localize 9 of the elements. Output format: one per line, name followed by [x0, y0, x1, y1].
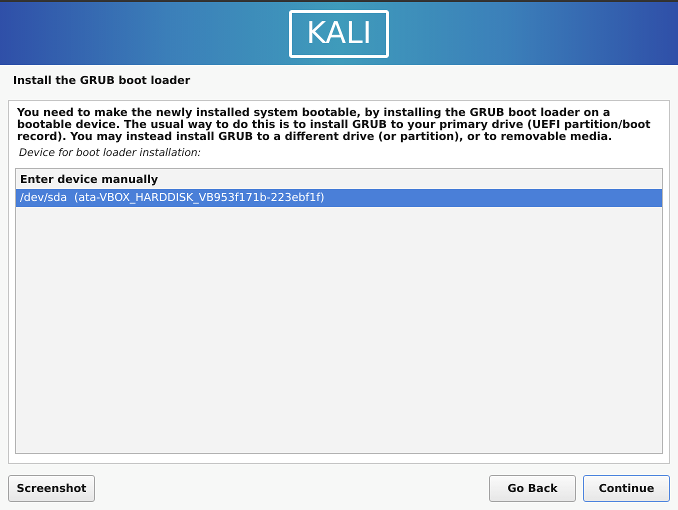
- list-item[interactable]: /dev/sda (ata-VBOX_HARDDISK_VB953f171b-223ebf1f): [16, 189, 662, 207]
- description-text: You need to make the newly installed system bootable, by installing the GRUB boot loader on a bootable device. The usual way to do this is to install GRUB to your primary drive (UEFI partition/boot record). You may instead install GRUB to a different drive (or partition), or to removable media.: [16, 107, 652, 143]
- back-button[interactable]: Go Back: [489, 475, 576, 502]
- logo: KALI: [289, 10, 389, 58]
- continue-button[interactable]: Continue: [583, 475, 670, 502]
- page-title: Install the GRUB boot loader: [12, 73, 192, 89]
- prompt-label: Device for boot loader installation:: [18, 146, 202, 161]
- list-item[interactable]: Enter device manually: [16, 171, 662, 189]
- screenshot-button[interactable]: Screenshot: [8, 475, 95, 502]
